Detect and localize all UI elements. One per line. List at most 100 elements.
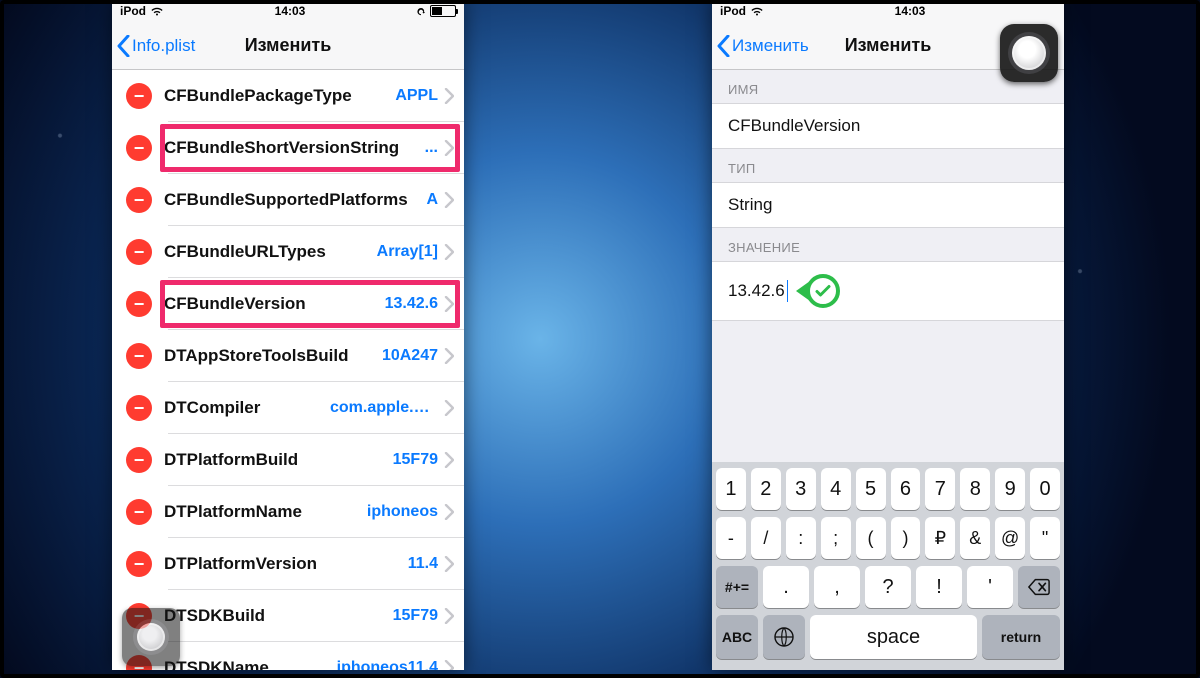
orientation-lock-icon: [416, 6, 426, 16]
page-title: Изменить: [845, 35, 932, 56]
value-section-label: ЗНАЧЕНИЕ: [712, 228, 1064, 261]
row-value: 10A247: [382, 347, 438, 365]
key-)[interactable]: ): [891, 517, 921, 559]
table-row[interactable]: −CFBundlePackageTypeAPPL: [112, 70, 464, 122]
chevron-right-icon: [444, 348, 454, 364]
key-4[interactable]: 4: [821, 468, 851, 510]
key-/[interactable]: /: [751, 517, 781, 559]
clock: 14:03: [895, 4, 926, 18]
type-section-label: ТИП: [712, 149, 1064, 182]
check-icon: [815, 283, 831, 299]
key-;[interactable]: ;: [821, 517, 851, 559]
back-button[interactable]: Изменить: [712, 35, 809, 57]
key-shift[interactable]: #+=: [716, 566, 758, 608]
key-8[interactable]: 8: [960, 468, 990, 510]
left-screenshot: iPod 14:03 Info.plist Изменить −CFBundle…: [112, 0, 464, 670]
table-row[interactable]: −CFBundleShortVersionString...: [112, 122, 464, 174]
key-0[interactable]: 0: [1030, 468, 1060, 510]
key-space[interactable]: space: [810, 615, 977, 659]
row-value: 15F79: [393, 607, 438, 625]
delete-button[interactable]: −: [126, 499, 152, 525]
key-.[interactable]: .: [763, 566, 809, 608]
clock: 14:03: [275, 4, 306, 18]
table-row[interactable]: −CFBundleURLTypesArray[1]: [112, 226, 464, 278]
table-row[interactable]: −CFBundleVersion13.42.6: [112, 278, 464, 330]
key-:[interactable]: :: [786, 517, 816, 559]
back-label: Изменить: [732, 36, 809, 56]
key-?[interactable]: ?: [865, 566, 911, 608]
table-row[interactable]: −CFBundleSupportedPlatformsA: [112, 174, 464, 226]
table-row[interactable]: −DTCompilercom.apple.compil...: [112, 382, 464, 434]
chevron-left-icon: [716, 35, 730, 57]
delete-button[interactable]: −: [126, 395, 152, 421]
key-&[interactable]: &: [960, 517, 990, 559]
wifi-icon: [750, 6, 764, 16]
chevron-right-icon: [444, 504, 454, 520]
wifi-icon: [150, 6, 164, 16]
key-globe[interactable]: [763, 615, 805, 659]
plist-table[interactable]: −CFBundlePackageTypeAPPL−CFBundleShortVe…: [112, 70, 464, 670]
chevron-right-icon: [444, 400, 454, 416]
row-value: iphoneos: [367, 503, 438, 521]
key-6[interactable]: 6: [891, 468, 921, 510]
statusbar: iPod 14:03: [112, 0, 464, 22]
table-row[interactable]: −DTPlatformVersion11.4: [112, 538, 464, 590]
table-row[interactable]: −DTAppStoreToolsBuild10A247: [112, 330, 464, 382]
delete-button[interactable]: −: [126, 135, 152, 161]
apply-checkmark-badge[interactable]: [796, 274, 842, 308]
delete-button[interactable]: −: [126, 291, 152, 317]
key-,[interactable]: ,: [814, 566, 860, 608]
key-1[interactable]: 1: [716, 468, 746, 510]
delete-button[interactable]: −: [126, 83, 152, 109]
assistive-touch-icon: [1012, 36, 1046, 70]
key--[interactable]: -: [716, 517, 746, 559]
globe-icon: [773, 626, 795, 648]
delete-button[interactable]: −: [126, 551, 152, 577]
delete-button[interactable]: −: [126, 239, 152, 265]
assistive-touch-icon: [137, 623, 165, 651]
key-@[interactable]: @: [995, 517, 1025, 559]
key-₽[interactable]: ₽: [925, 517, 955, 559]
key-backspace[interactable]: [1018, 566, 1060, 608]
row-value: 13.42.6: [385, 295, 438, 313]
keyboard[interactable]: 1234567890 -/:;()₽&@" #+= .,?!' ABC spac…: [712, 462, 1064, 670]
back-button[interactable]: Info.plist: [112, 35, 195, 57]
table-row[interactable]: −DTPlatformBuild15F79: [112, 434, 464, 486]
delete-button[interactable]: −: [126, 447, 152, 473]
value-field[interactable]: 13.42.6: [712, 261, 1064, 321]
chevron-left-icon: [116, 35, 130, 57]
assistive-touch-button[interactable]: [1000, 24, 1058, 82]
key-![interactable]: !: [916, 566, 962, 608]
row-value: iphoneos11.4: [337, 659, 438, 670]
key-2[interactable]: 2: [751, 468, 781, 510]
row-key: DTPlatformBuild: [164, 450, 385, 470]
navbar: Info.plist Изменить: [112, 22, 464, 70]
row-value: ...: [425, 139, 438, 157]
key-5[interactable]: 5: [856, 468, 886, 510]
statusbar: iPod 14:03: [712, 0, 1064, 22]
chevron-right-icon: [444, 192, 454, 208]
name-field[interactable]: CFBundleVersion: [712, 103, 1064, 149]
delete-button[interactable]: −: [126, 343, 152, 369]
key-abc[interactable]: ABC: [716, 615, 758, 659]
type-field[interactable]: String: [712, 182, 1064, 228]
row-value: APPL: [395, 87, 438, 105]
right-screenshot: iPod 14:03 Изменить Изменить ИМЯ CFBundl…: [712, 0, 1064, 670]
assistive-touch-button[interactable]: [122, 608, 180, 666]
delete-button[interactable]: −: [126, 187, 152, 213]
key-9[interactable]: 9: [995, 468, 1025, 510]
chevron-right-icon: [444, 244, 454, 260]
chevron-right-icon: [444, 140, 454, 156]
key-return[interactable]: return: [982, 615, 1060, 659]
key-'[interactable]: ': [967, 566, 1013, 608]
key-"[interactable]: ": [1030, 517, 1060, 559]
key-7[interactable]: 7: [925, 468, 955, 510]
chevron-right-icon: [444, 660, 454, 670]
back-label: Info.plist: [132, 36, 195, 56]
row-key: DTSDKName: [164, 658, 329, 670]
row-key: DTPlatformName: [164, 502, 359, 522]
table-row[interactable]: −DTPlatformName iphoneos: [112, 486, 464, 538]
key-3[interactable]: 3: [786, 468, 816, 510]
key-([interactable]: (: [856, 517, 886, 559]
chevron-right-icon: [444, 556, 454, 572]
